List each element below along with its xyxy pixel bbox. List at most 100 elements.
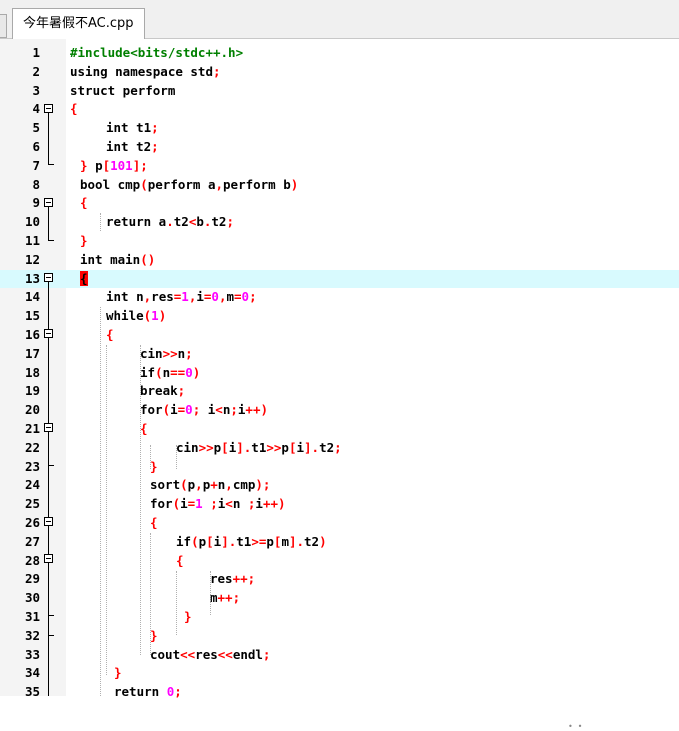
line-number: 8 — [32, 176, 40, 192]
code-text: int main() — [80, 251, 155, 270]
code-line[interactable]: 16 { — [0, 326, 679, 345]
code-line[interactable]: 32} — [0, 627, 679, 646]
code-line[interactable]: 8 bool cmp(perform a,perform b) — [0, 176, 679, 195]
previous-tab-stub[interactable] — [0, 14, 7, 38]
code-line[interactable]: 7 } p[101]; — [0, 157, 679, 176]
code-token: p — [95, 157, 103, 173]
code-line[interactable]: 17 cin>>n; — [0, 345, 679, 364]
fold-toggle-icon[interactable] — [44, 554, 53, 563]
code-line[interactable]: 23} — [0, 458, 679, 477]
code-line[interactable]: 6 int t2; — [0, 138, 679, 157]
code-line[interactable]: 3 struct perform — [0, 82, 679, 101]
code-line[interactable]: 31} — [0, 608, 679, 627]
code-text: cin>>n; — [140, 345, 193, 364]
code-line[interactable]: 12 int main() — [0, 251, 679, 270]
fold-end-icon — [48, 164, 54, 165]
code-editor[interactable]: 1 #include<bits/stdc++.h> 2 using namespace… — [0, 39, 679, 731]
code-line[interactable]: 5 int t1; — [0, 119, 679, 138]
code-line[interactable]: 27 if(p[i].t1>=p[m].t2) — [0, 533, 679, 552]
code-text: } p[101]; — [80, 157, 148, 176]
line-number: 24 — [24, 477, 40, 493]
code-line[interactable]: 28 { — [0, 552, 679, 571]
code-token: == — [170, 364, 186, 380]
code-token: { — [106, 327, 114, 342]
line-number: 10 — [24, 214, 40, 230]
code-token: i — [170, 402, 178, 418]
line-number: 16 — [24, 327, 40, 342]
fold-line — [48, 113, 49, 164]
code-token: } — [80, 233, 88, 248]
fold-toggle-icon[interactable] — [44, 198, 53, 207]
code-token: ); — [255, 477, 271, 493]
code-line[interactable]: 15 while(1) — [0, 307, 679, 326]
tab-file[interactable]: 今年暑假不AC.cpp — [12, 8, 145, 40]
fold-toggle-icon[interactable] — [44, 329, 53, 338]
code-token: () — [140, 251, 156, 267]
code-line[interactable]: 2 using namespace std; — [0, 63, 679, 82]
fold-toggle-icon[interactable] — [44, 423, 53, 432]
code-line[interactable]: 29 res++; — [0, 570, 679, 589]
line-number: 7 — [32, 157, 40, 173]
code-text: { — [80, 194, 88, 213]
code-token: 0 — [211, 289, 219, 305]
code-token: #include<bits/stdc++.h> — [70, 45, 244, 60]
line-number: 35 — [24, 684, 40, 700]
fold-toggle-icon[interactable] — [44, 104, 53, 113]
code-line[interactable]: 25 for(i=1 ;i<n ;i++) — [0, 495, 679, 514]
code-token: ; — [249, 289, 257, 305]
code-token: { — [150, 515, 158, 530]
code-line[interactable]: 26 { — [0, 514, 679, 533]
code-text: if(n==0) — [140, 364, 200, 383]
code-text: using namespace std; — [70, 63, 221, 82]
code-line[interactable]: 35 return 0; — [0, 683, 679, 702]
code-token: if — [176, 533, 192, 549]
code-text: } — [150, 627, 158, 646]
code-line[interactable]: 13 { — [0, 269, 679, 289]
code-line[interactable]: 19 break; — [0, 382, 679, 401]
code-line[interactable]: 4{ — [0, 100, 679, 119]
code-token: t1 — [251, 439, 267, 455]
code-line[interactable]: 14 int n,res=1,i=0,m=0; — [0, 288, 679, 307]
code-line[interactable]: 22 cin>>p[i].t1>>p[i].t2; — [0, 439, 679, 458]
code-token: int main — [80, 251, 141, 267]
code-token: } — [184, 609, 192, 624]
fold-toggle-icon[interactable] — [44, 517, 53, 526]
line-number: 34 — [24, 665, 40, 681]
code-token: sort — [150, 477, 181, 493]
code-token: ; — [226, 214, 234, 230]
code-token: ++; — [232, 571, 256, 587]
code-line[interactable]: 9{ — [0, 194, 679, 213]
code-line[interactable]: 30 m++; — [0, 589, 679, 608]
code-token: ; — [202, 496, 218, 512]
code-token: { — [140, 421, 148, 436]
code-token: for — [150, 496, 173, 512]
code-token: ) — [158, 308, 167, 324]
code-line[interactable]: 33 cout<<res<<endl; — [0, 646, 679, 665]
code-token: p — [281, 439, 289, 455]
code-line[interactable]: 34} — [0, 664, 679, 683]
line-number: 9 — [32, 195, 40, 211]
code-token: < — [225, 496, 233, 512]
code-token: 1 — [181, 289, 189, 305]
code-line[interactable]: 10 return a.t2<b.t2; — [0, 213, 679, 232]
code-text: sort(p,p+n,cmp); — [150, 476, 270, 495]
fold-toggle-icon[interactable] — [44, 273, 53, 282]
code-text: int t2; — [106, 138, 159, 157]
code-line[interactable]: 21 { — [0, 420, 679, 439]
code-line[interactable]: 20 for(i=0; i<n;i++) — [0, 401, 679, 420]
code-token: using namespace std — [70, 63, 213, 79]
code-token: ( — [172, 496, 181, 512]
code-token: while — [106, 308, 144, 324]
line-number: 13 — [24, 270, 40, 286]
code-line[interactable]: 24 sort(p,p+n,cmp); — [0, 476, 679, 495]
code-token: res — [195, 646, 218, 662]
code-token: 1 — [151, 308, 159, 324]
code-line[interactable]: 18 if(n==0) — [0, 364, 679, 383]
code-text: while(1) — [106, 307, 166, 326]
code-text: } — [80, 232, 88, 251]
code-line[interactable]: 1 #include<bits/stdc++.h> — [0, 44, 679, 63]
line-number: 19 — [24, 383, 40, 399]
code-token: ) — [192, 364, 201, 380]
code-token: int n — [106, 289, 144, 305]
code-line[interactable]: 11} — [0, 232, 679, 251]
